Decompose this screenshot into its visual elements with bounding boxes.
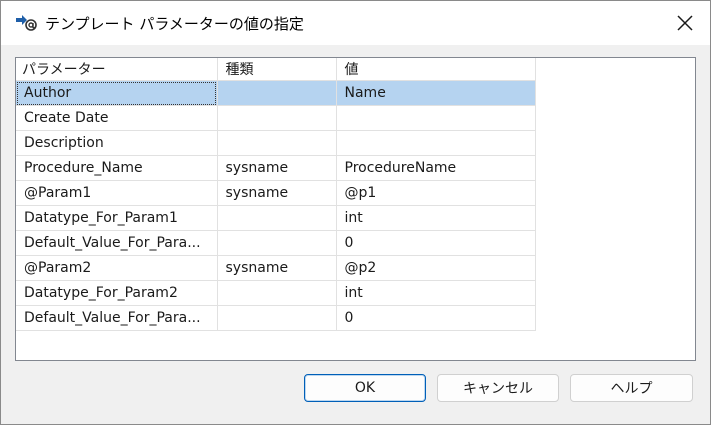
parameter-cell[interactable]: Description [16,130,218,156]
table-row[interactable]: Description [16,130,536,156]
table-row[interactable]: Datatype_For_Param2 int [16,280,536,306]
type-cell [217,205,337,231]
value-cell[interactable]: int [336,205,536,231]
table-row[interactable]: Default_Value_For_Para... 0 [16,305,536,331]
table-row[interactable]: Author Name [16,80,536,106]
table-row[interactable]: Create Date [16,105,536,131]
column-header-type[interactable]: 種類 [217,58,337,81]
parameter-cell[interactable]: Default_Value_For_Para... [16,305,218,331]
template-parameters-dialog: テンプレート パラメーターの値の指定 パラメーター 種類 値 Author Na… [0,0,711,425]
type-cell [217,305,337,331]
cancel-button[interactable]: キャンセル [437,374,559,402]
ok-button[interactable]: OK [304,374,426,402]
close-icon [677,15,693,31]
value-cell[interactable]: @p1 [336,180,536,206]
template-parameter-icon [16,15,37,31]
value-cell[interactable]: 0 [336,305,536,331]
parameter-cell[interactable]: Datatype_For_Param2 [16,280,218,306]
dialog-title: テンプレート パラメーターの値の指定 [45,15,304,33]
parameter-table: パラメーター 種類 値 Author Name Create Date Desc… [16,58,536,331]
parameter-cell[interactable]: Author [16,80,218,106]
parameter-grid[interactable]: パラメーター 種類 値 Author Name Create Date Desc… [15,57,696,361]
type-cell [217,80,337,106]
parameter-cell[interactable]: Procedure_Name [16,155,218,181]
grid-header-row: パラメーター 種類 値 [16,58,536,81]
type-cell: sysname [217,180,337,206]
value-cell[interactable]: int [336,280,536,306]
table-row[interactable]: Default_Value_For_Para... 0 [16,230,536,256]
title-bar[interactable]: テンプレート パラメーターの値の指定 [1,1,710,45]
value-cell[interactable]: ProcedureName [336,155,536,181]
type-cell: sysname [217,255,337,281]
value-cell[interactable]: Name [336,80,536,106]
value-cell[interactable] [336,130,536,156]
parameter-cell[interactable]: Datatype_For_Param1 [16,205,218,231]
parameter-cell[interactable]: @Param2 [16,255,218,281]
help-button[interactable]: ヘルプ [570,374,693,402]
table-row[interactable]: Datatype_For_Param1 int [16,205,536,231]
type-cell [217,130,337,156]
table-row[interactable]: @Param1 sysname @p1 [16,180,536,206]
parameter-cell[interactable]: @Param1 [16,180,218,206]
close-button[interactable] [665,6,705,40]
table-row[interactable]: Procedure_Name sysname ProcedureName [16,155,536,181]
column-header-parameter[interactable]: パラメーター [16,58,218,81]
table-row[interactable]: @Param2 sysname @p2 [16,255,536,281]
parameter-cell[interactable]: Create Date [16,105,218,131]
parameter-cell[interactable]: Default_Value_For_Para... [16,230,218,256]
column-header-value[interactable]: 値 [336,58,536,81]
value-cell[interactable]: @p2 [336,255,536,281]
type-cell: sysname [217,155,337,181]
value-cell[interactable] [336,105,536,131]
type-cell [217,105,337,131]
type-cell [217,230,337,256]
value-cell[interactable]: 0 [336,230,536,256]
type-cell [217,280,337,306]
